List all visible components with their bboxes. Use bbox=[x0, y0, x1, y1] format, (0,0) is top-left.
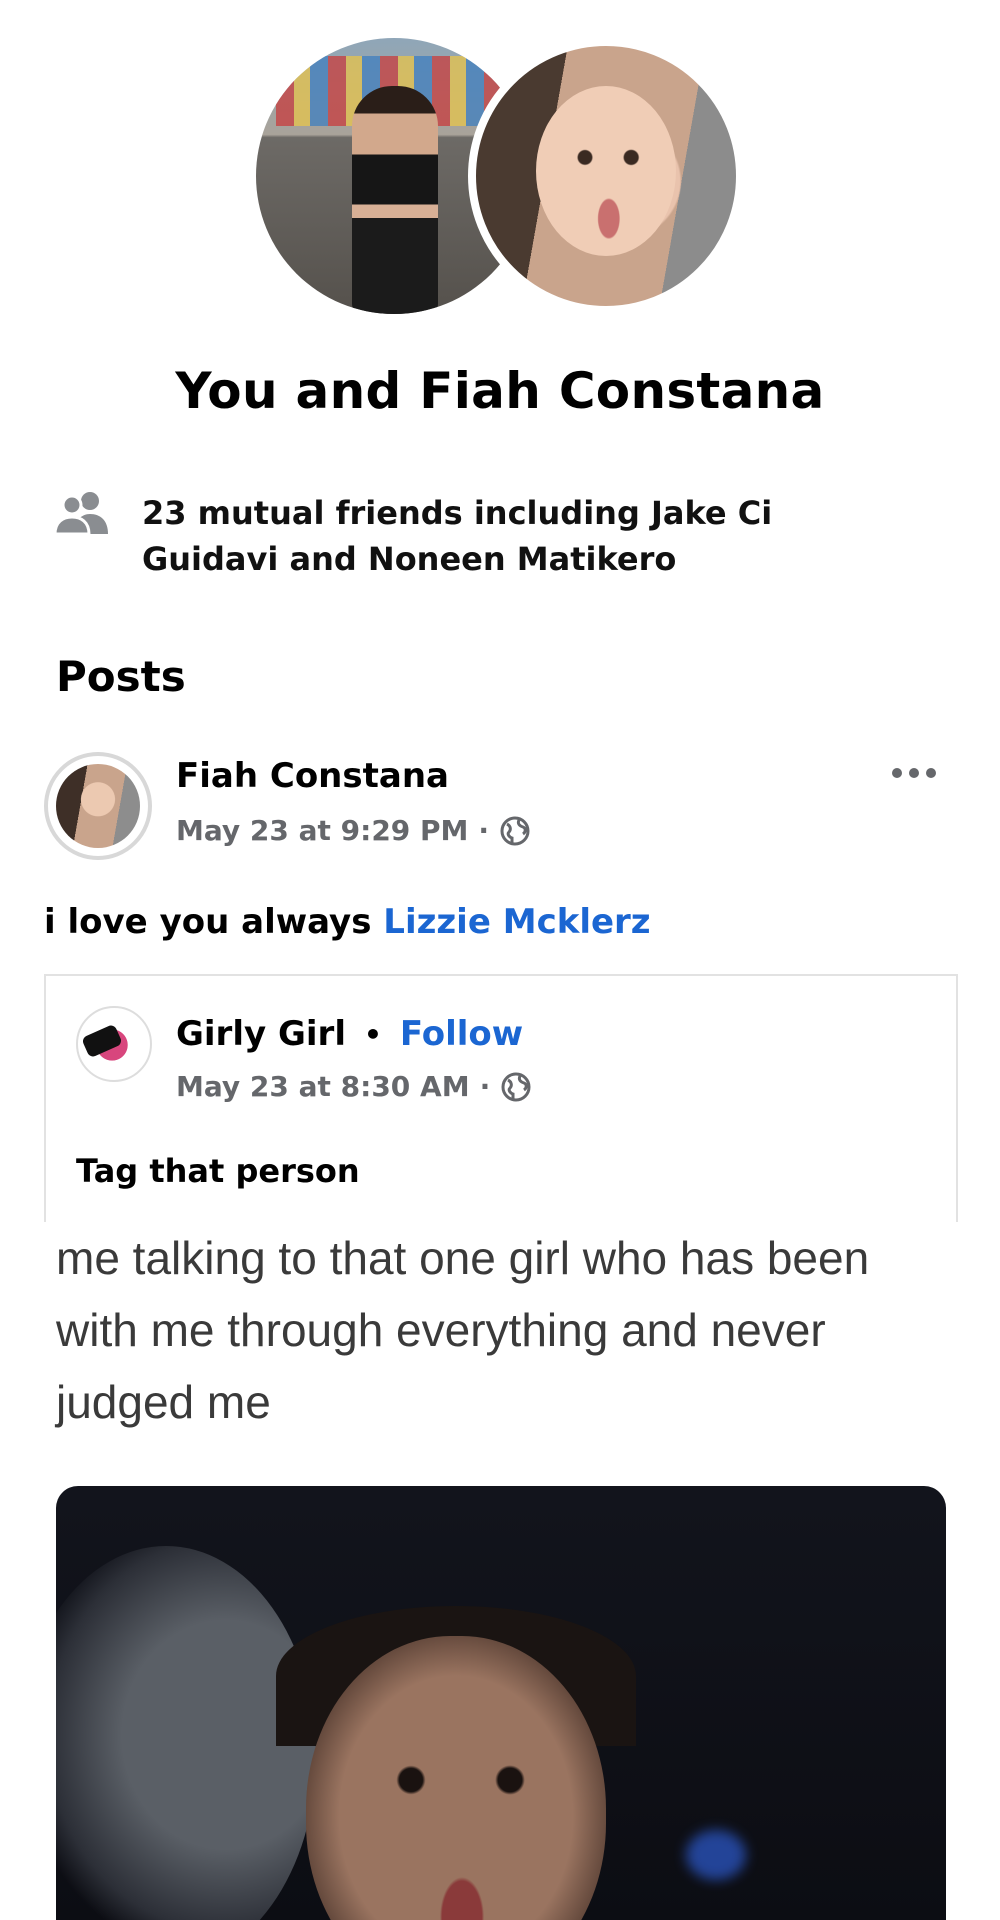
shared-timestamp[interactable]: May 23 at 8:30 AM bbox=[176, 1070, 470, 1103]
more-options-button[interactable] bbox=[884, 758, 944, 788]
more-dot bbox=[909, 768, 919, 778]
meta-separator: · bbox=[478, 814, 490, 847]
post-author-avatar[interactable] bbox=[44, 752, 152, 860]
shared-name-row: Girly Girl • Follow bbox=[176, 1014, 523, 1054]
post-text: i love you always Lizzie Mcklerz bbox=[44, 902, 651, 942]
globe-icon bbox=[500, 816, 530, 845]
meme-image[interactable] bbox=[56, 1486, 946, 1920]
post-timestamp[interactable]: May 23 at 9:29 PM bbox=[176, 814, 468, 847]
avatar-figure bbox=[352, 86, 438, 314]
shared-page-name[interactable]: Girly Girl bbox=[176, 1014, 346, 1054]
post-text-body: i love you always bbox=[44, 902, 372, 942]
shared-caption: Tag that person bbox=[76, 1152, 360, 1190]
meme-bokeh-light bbox=[686, 1830, 746, 1880]
profile-avatars bbox=[256, 38, 746, 314]
post-author-name[interactable]: Fiah Constana bbox=[176, 756, 449, 796]
shared-meta-separator: · bbox=[479, 1070, 491, 1103]
mutual-friends-text: 23 mutual friends including Jake Ci Guid… bbox=[142, 494, 773, 578]
page-title: You and Fiah Constana bbox=[175, 362, 825, 420]
name-dot: • bbox=[363, 1017, 382, 1051]
shared-meta: May 23 at 8:30 AM · bbox=[176, 1070, 532, 1103]
shared-post[interactable]: Girly Girl • Follow May 23 at 8:30 AM · … bbox=[44, 974, 958, 1222]
mention-link[interactable]: Lizzie Mcklerz bbox=[383, 902, 650, 942]
post-meta: May 23 at 9:29 PM · bbox=[176, 814, 531, 847]
avatar-photo bbox=[56, 764, 140, 848]
shared-page-avatar[interactable] bbox=[76, 1006, 152, 1082]
globe-icon bbox=[501, 1072, 531, 1101]
fiah-avatar[interactable] bbox=[468, 38, 744, 314]
avatar-face bbox=[536, 86, 676, 256]
more-horizontal-icon bbox=[892, 768, 902, 778]
more-dot bbox=[926, 768, 936, 778]
people-icon bbox=[54, 492, 108, 536]
meme-text: me talking to that one girl who has been… bbox=[56, 1232, 870, 1428]
post-header: Fiah Constana May 23 at 9:29 PM · bbox=[44, 752, 944, 862]
posts-heading: Posts bbox=[56, 652, 186, 701]
follow-button[interactable]: Follow bbox=[400, 1014, 523, 1054]
